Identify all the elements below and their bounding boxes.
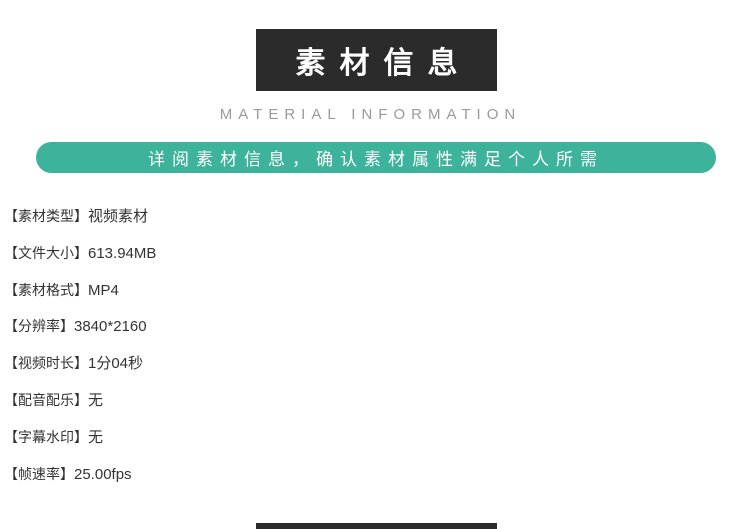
- info-item-duration: 【视频时长】1分04秒: [4, 353, 156, 390]
- info-item-frame-rate: 【帧速率】25.00fps: [4, 464, 156, 501]
- info-label: 【素材格式】: [4, 282, 88, 299]
- section-title-text: 素材信息: [295, 46, 472, 81]
- info-label: 【文件大小】: [4, 245, 88, 262]
- info-label: 【字幕水印】: [4, 429, 88, 446]
- info-item-audio: 【配音配乐】无: [4, 390, 156, 427]
- info-item-size: 【文件大小】613.94MB: [4, 243, 156, 280]
- info-label: 【素材类型】: [4, 209, 88, 225]
- info-banner-text: 详阅素材信息，确认素材属性满足个人所需: [148, 150, 604, 170]
- info-value: 1分04秒: [88, 355, 144, 373]
- section-subtitle: MATERIAL INFORMATION: [219, 106, 522, 123]
- next-section-title-edge: [256, 523, 497, 529]
- info-value: 视频素材: [88, 208, 149, 225]
- info-value: 613.94MB: [88, 244, 157, 262]
- info-item-format: 【素材格式】MP4: [4, 280, 156, 317]
- section-title: 素材信息: [256, 29, 497, 91]
- info-item-resolution: 【分辨率】3840*2160: [4, 316, 156, 353]
- info-value: MP4: [88, 281, 119, 299]
- info-label: 【分辨率】: [4, 319, 74, 336]
- material-info-list: 【素材类型】视频素材 【文件大小】613.94MB 【素材格式】MP4 【分辨率…: [4, 206, 156, 500]
- info-label: 【配音配乐】: [4, 392, 88, 409]
- info-label: 【帧速率】: [4, 466, 74, 483]
- info-value: 25.00fps: [74, 465, 132, 483]
- info-value: 无: [88, 428, 104, 446]
- info-label: 【视频时长】: [4, 356, 88, 373]
- info-item-subtitle-watermark: 【字幕水印】无: [4, 427, 156, 464]
- info-value: 无: [88, 391, 104, 409]
- info-value: 3840*2160: [74, 318, 147, 336]
- info-item-type: 【素材类型】视频素材: [4, 206, 156, 243]
- info-banner: 详阅素材信息，确认素材属性满足个人所需: [36, 142, 716, 173]
